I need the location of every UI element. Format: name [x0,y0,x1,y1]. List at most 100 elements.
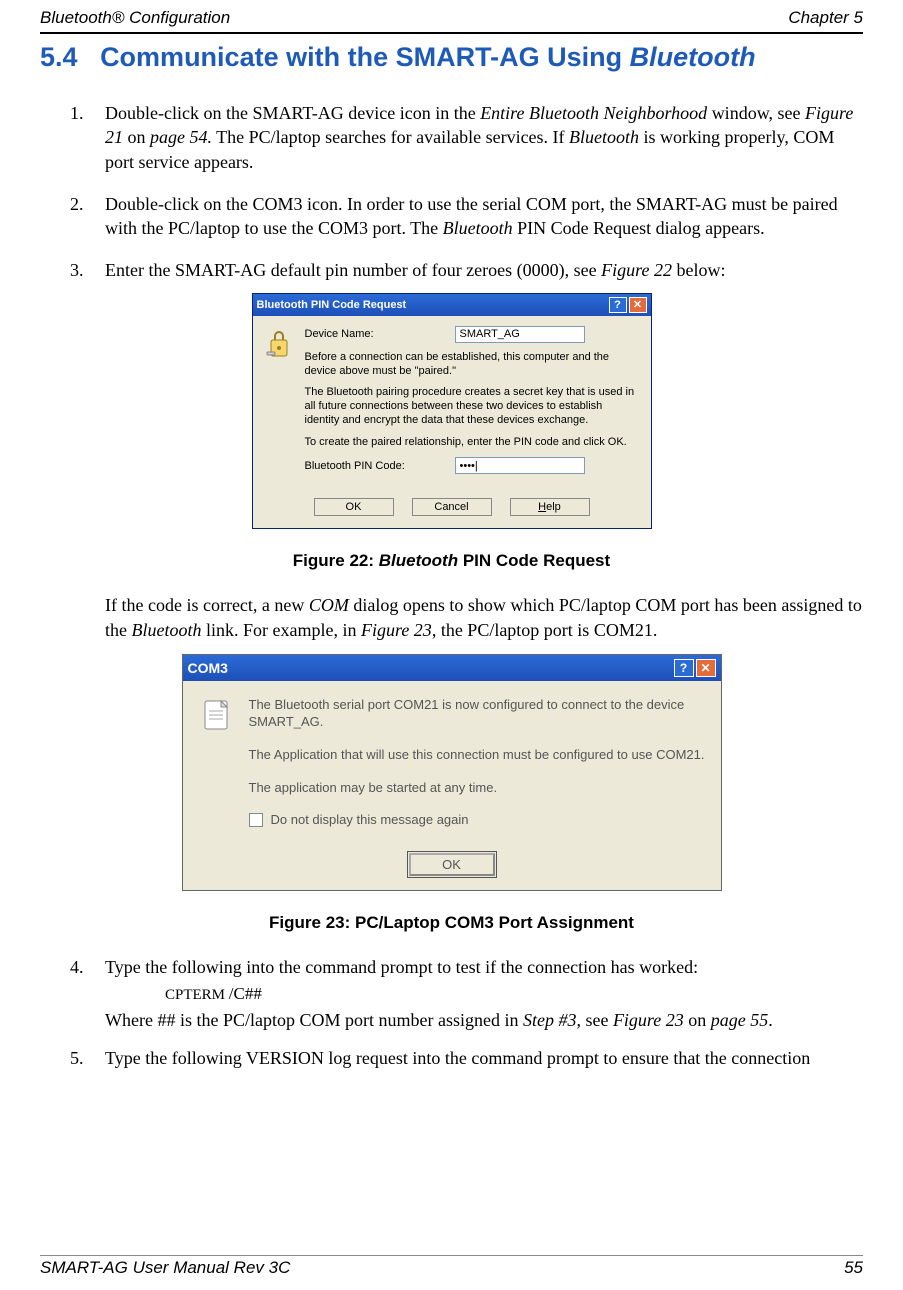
com3-dialog: COM3 ? ✕ The Bluetooth serial port COM21… [182,654,722,892]
footer-right: 55 [844,1258,863,1278]
help-rest: elp [546,501,561,513]
dialog-button-row: OK Cancel Help [253,492,651,528]
close-icon[interactable]: ✕ [629,297,647,313]
pin-code-row: Bluetooth PIN Code: ••••| [305,457,639,474]
step-number: 2. [70,192,105,241]
checkbox-label: Do not display this message again [271,812,469,827]
dialog-title: COM3 [188,660,228,676]
ok-button[interactable]: OK [314,498,394,516]
text-italic: Figure 23 [361,620,432,640]
steps-list-cont: 4. Type the following into the command p… [40,955,863,979]
step-2: 2. Double-click on the COM3 icon. In ord… [70,192,863,241]
do-not-display-checkbox[interactable] [249,813,263,827]
dialog-body: The Bluetooth serial port COM21 is now c… [183,681,721,846]
help-icon[interactable]: ? [609,297,627,313]
command-text: CPTERM /C## [40,984,863,1004]
text: link. For example, in [202,620,361,640]
dialog-body: Device Name: SMART_AG Before a connectio… [253,316,651,493]
header-right: Chapter 5 [788,8,863,28]
text: Where ## is the PC/laptop COM port numbe… [105,1010,523,1030]
header-left: Bluetooth® Configuration [40,8,230,28]
text-italic: page 55 [711,1010,769,1030]
step-number: 4. [70,955,105,979]
pin-code-label: Bluetooth PIN Code: [305,460,455,472]
dialog-para: Before a connection can be established, … [305,351,639,379]
text: Type the following into the command prom… [105,957,698,977]
figure-22-caption: Figure 22: Bluetooth PIN Code Request [40,551,863,571]
lock-key-icon [265,326,293,362]
caption-pre: Figure 22: [293,551,379,570]
step-content: Type the following into the command prom… [105,955,863,979]
pin-code-input[interactable]: ••••| [455,457,585,474]
step-content: Double-click on the COM3 icon. In order … [105,192,863,241]
dialog-para: The Bluetooth pairing procedure creates … [305,386,639,427]
text: below: [672,260,726,280]
figure-22-wrap: Bluetooth PIN Code Request ? ✕ Device Na… [40,293,863,530]
device-name-row: Device Name: SMART_AG [305,326,639,343]
titlebar-buttons: ? ✕ [609,297,647,313]
text: If the code is correct, a new [105,595,309,615]
cancel-button[interactable]: Cancel [412,498,492,516]
footer-left: SMART-AG User Manual Rev 3C [40,1258,290,1278]
help-icon[interactable]: ? [674,659,694,677]
after-figure-22-text: If the code is correct, a new COM dialog… [40,593,863,642]
dialog-para: The Bluetooth serial port COM21 is now c… [249,697,705,731]
text: Enter the SMART-AG default pin number of… [105,260,601,280]
step-3: 3. Enter the SMART-AG default pin number… [70,258,863,282]
caption-post: PIN Code Request [458,551,610,570]
section-title-plain: Communicate with the SMART-AG Using [100,42,630,72]
cmd-rest: /C## [229,984,262,1003]
text-italic: Entire Bluetooth Neighborhood [480,103,707,123]
text: . [768,1010,773,1030]
text-italic: Bluetooth [569,127,639,147]
cmd-small: CPTERM [165,987,229,1003]
section-title: 5.4 Communicate with the SMART-AG Using … [40,42,863,73]
figure-23-caption: Figure 23: PC/Laptop COM3 Port Assignmen… [40,913,863,933]
device-name-input[interactable]: SMART_AG [455,326,585,343]
dialog-title: Bluetooth PIN Code Request [257,299,407,311]
bluetooth-pin-dialog: Bluetooth PIN Code Request ? ✕ Device Na… [252,293,652,530]
step-4: 4. Type the following into the command p… [70,955,863,979]
section-number: 5.4 [40,42,78,72]
step-content: Enter the SMART-AG default pin number of… [105,258,863,282]
steps-list: 1. Double-click on the SMART-AG device i… [40,101,863,283]
step-content: Type the following VERSION log request i… [105,1046,863,1070]
text-italic: Figure 23 [613,1010,684,1030]
close-icon[interactable]: ✕ [696,659,716,677]
step-number: 3. [70,258,105,282]
step-number: 5. [70,1046,105,1070]
text: The PC/laptop searches for available ser… [212,127,569,147]
dialog-fields: The Bluetooth serial port COM21 is now c… [249,697,705,836]
text: on [123,127,150,147]
text: on [684,1010,711,1030]
help-underline: H [538,501,546,513]
page-header: Bluetooth® Configuration Chapter 5 [40,0,863,34]
text-italic: Figure 22 [601,260,672,280]
text: PIN Code Request dialog appears. [513,218,765,238]
steps-list-cont2: 5. Type the following VERSION log reques… [40,1046,863,1070]
help-button[interactable]: Help [510,498,590,516]
dialog-titlebar: Bluetooth PIN Code Request ? ✕ [253,294,651,316]
text: Double-click on the SMART-AG device icon… [105,103,480,123]
page-footer: SMART-AG User Manual Rev 3C 55 [40,1255,863,1278]
text-italic: Bluetooth [132,620,202,640]
dialog-button-row: OK [183,845,721,890]
dialog-para: The Application that will use this conne… [249,747,705,764]
section-title-italic: Bluetooth [630,42,756,72]
figure-23-wrap: COM3 ? ✕ The Bluetooth serial port COM21… [40,654,863,892]
caption-italic: Bluetooth [379,551,458,570]
checkbox-row: Do not display this message again [249,812,705,827]
text: , see [576,1010,612,1030]
step-content: Double-click on the SMART-AG device icon… [105,101,863,174]
step-5: 5. Type the following VERSION log reques… [70,1046,863,1070]
text: , the PC/laptop port is COM21. [432,620,658,640]
document-info-icon [199,697,235,733]
step-4-where: Where ## is the PC/laptop COM port numbe… [40,1008,863,1032]
text-italic: Step #3 [523,1010,577,1030]
ok-button[interactable]: OK [409,853,495,876]
device-name-label: Device Name: [305,328,455,340]
dialog-para: The application may be started at any ti… [249,780,705,797]
text: window, see [707,103,805,123]
step-number: 1. [70,101,105,174]
text-italic: Bluetooth [443,218,513,238]
